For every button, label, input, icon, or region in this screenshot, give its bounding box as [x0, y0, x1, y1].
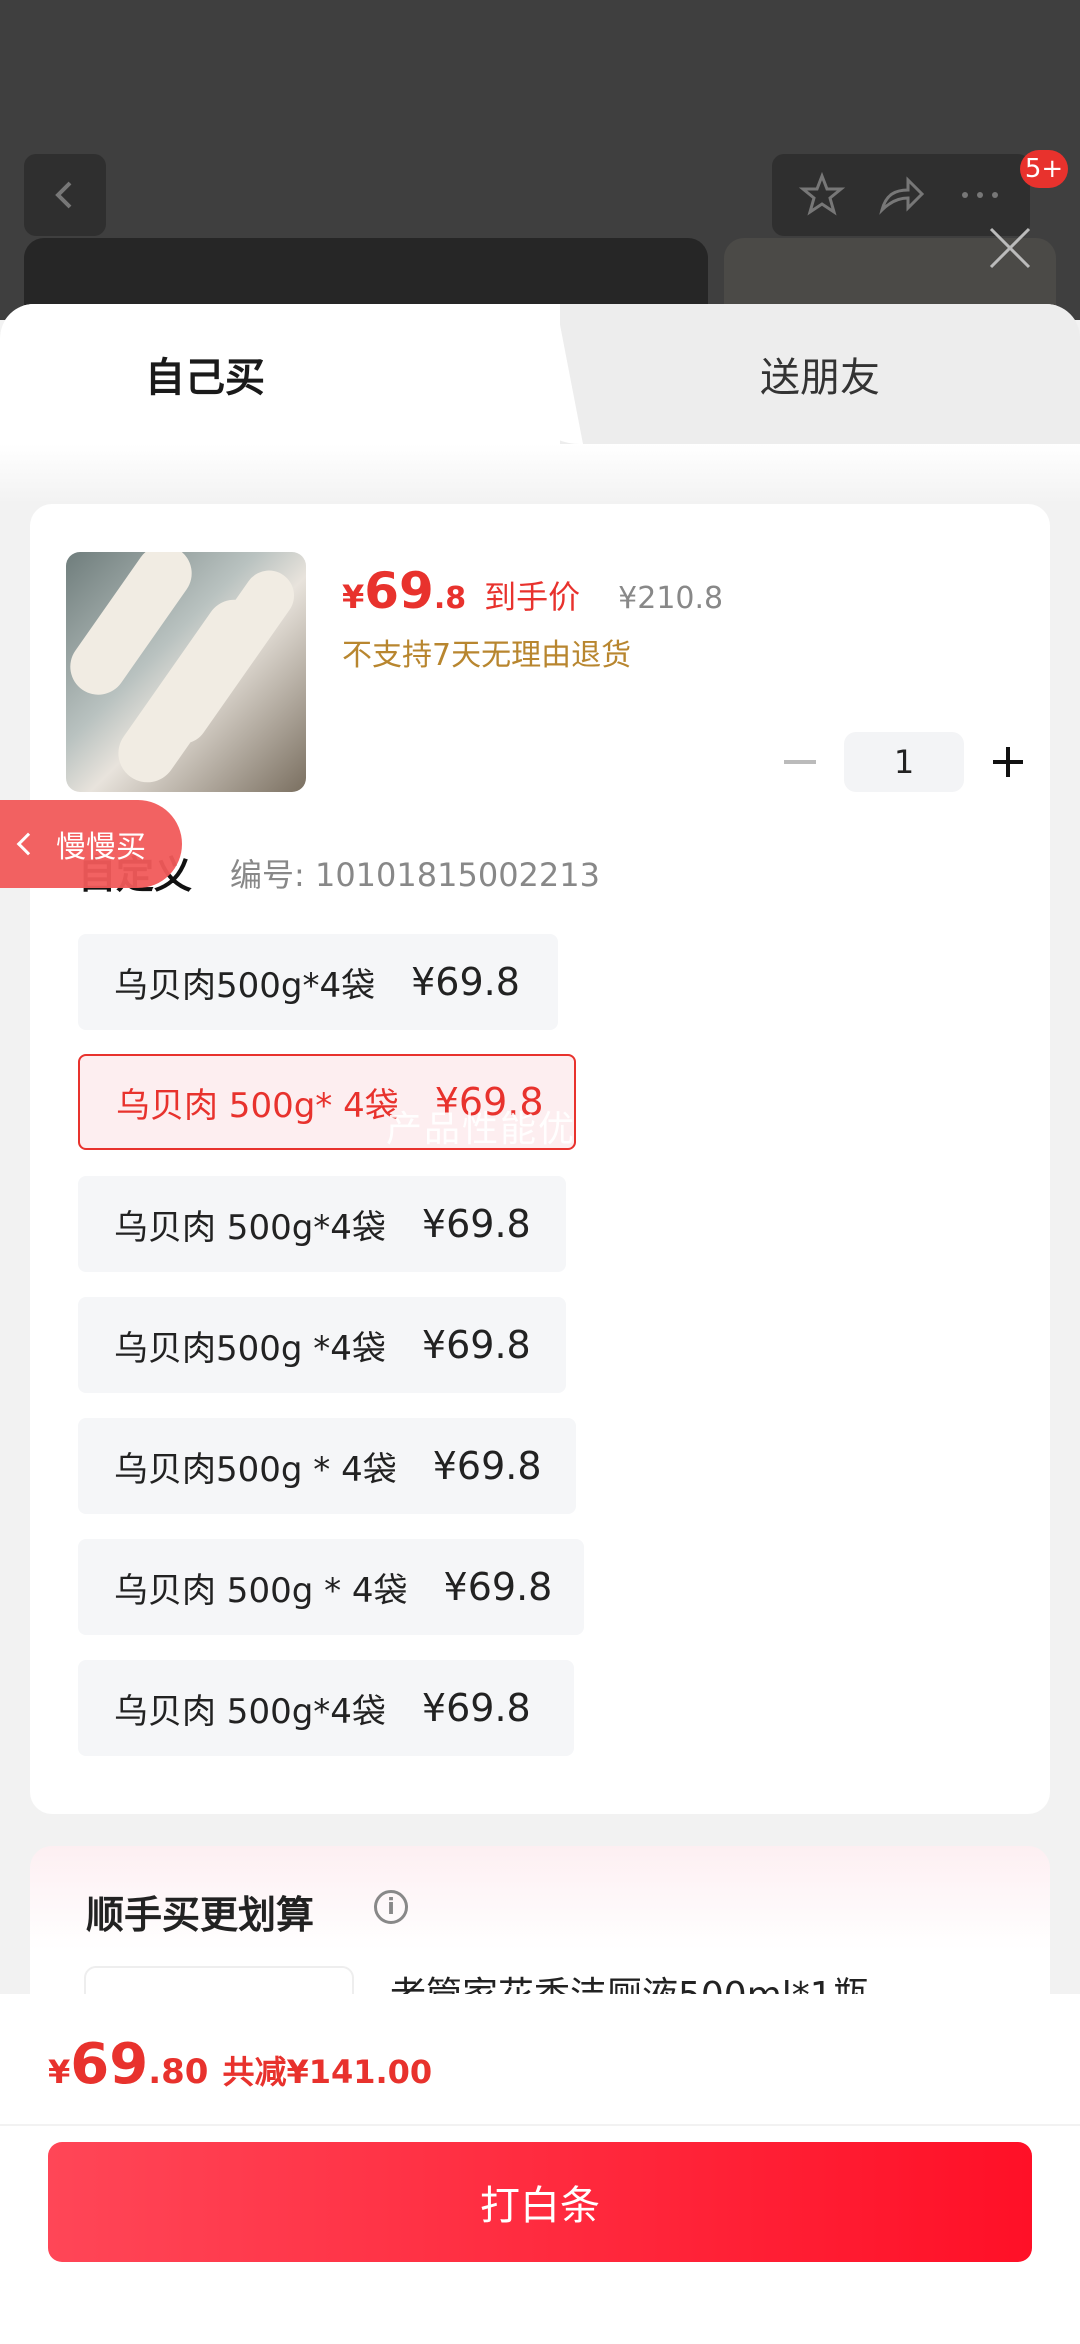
price-integer: 69 — [364, 562, 434, 620]
tab-label: 送朋友 — [760, 355, 880, 401]
option-name: 乌贝肉500g*4袋 — [114, 965, 376, 1006]
quantity-value[interactable]: 1 — [844, 732, 964, 792]
option-name: 乌贝肉500g *4袋 — [114, 1328, 386, 1369]
add-on-title: 顺手买更划算 — [86, 1893, 315, 1937]
product-image[interactable] — [66, 552, 306, 792]
watermark: 产品性能优势 — [386, 1109, 615, 1150]
option-name: 乌贝肉 500g* 4袋 — [116, 1085, 399, 1126]
return-policy: 不支持7天无理由退货 — [342, 638, 632, 673]
star-icon[interactable] — [797, 170, 847, 220]
option-price: ¥69.8 — [443, 1565, 553, 1609]
more-icon[interactable] — [955, 170, 1005, 220]
total-discount: 共减¥141.00 — [222, 2053, 433, 2091]
option-name: 乌贝肉500g * 4袋 — [114, 1449, 397, 1490]
info-icon[interactable]: i — [374, 1890, 408, 1924]
spec-option[interactable]: 乌贝肉 500g * 4袋 ¥69.8 — [78, 1539, 584, 1635]
spec-option[interactable]: 乌贝肉 500g*4袋 ¥69.8 — [78, 1660, 574, 1756]
spec-option[interactable]: 乌贝肉 500g*4袋 ¥69.8 — [78, 1176, 566, 1272]
back-button[interactable] — [24, 154, 106, 236]
price-label: 到手价 — [484, 578, 581, 616]
price-row: ¥ 69 .8 到手价 ¥210.8 — [342, 562, 723, 620]
tab-fade — [0, 444, 1080, 504]
close-icon — [989, 227, 1031, 269]
total-integer: 69 — [70, 2032, 149, 2097]
minus-icon — [784, 760, 816, 764]
total-price: ¥ 69 .80 共减¥141.00 — [48, 2032, 432, 2097]
product-card: ¥ 69 .8 到手价 ¥210.8 不支持7天无理由退货 1 自定义 编号: … — [30, 504, 1050, 1814]
price-decimal: .8 — [433, 581, 467, 616]
share-icon[interactable] — [876, 170, 926, 220]
original-price: ¥210.8 — [618, 581, 724, 616]
slow-buy-float-button[interactable]: 慢慢买 — [0, 800, 182, 888]
quantity-stepper: 1 — [770, 732, 1038, 792]
option-name: 乌贝肉 500g*4袋 — [114, 1691, 386, 1732]
background-page: 5+ — [0, 0, 1080, 320]
option-name: 乌贝肉 500g*4袋 — [114, 1207, 386, 1248]
total-currency: ¥ — [48, 2053, 71, 2091]
bottom-bar: ¥ 69 .80 共减¥141.00 打白条 — [0, 1994, 1080, 2344]
divider — [0, 2124, 1080, 2126]
option-price: ¥69.8 — [421, 1686, 531, 1730]
option-name: 乌贝肉 500g * 4袋 — [114, 1570, 408, 1611]
option-price: ¥69.8 — [411, 960, 520, 1004]
pay-button[interactable]: 打白条 — [48, 2142, 1032, 2262]
chevron-left-icon — [16, 832, 40, 856]
spec-code: 编号: 10101815002213 — [230, 856, 600, 894]
option-price: ¥69.8 — [421, 1323, 531, 1367]
tab-gift-friend[interactable]: 送朋友 — [560, 304, 1080, 444]
increase-button[interactable] — [978, 732, 1038, 792]
option-price: ¥69.8 — [432, 1444, 542, 1488]
option-price: ¥69.8 — [421, 1202, 531, 1246]
spec-option[interactable]: 乌贝肉500g *4袋 ¥69.8 — [78, 1297, 566, 1393]
notification-badge: 5+ — [1020, 150, 1068, 188]
slow-buy-label: 慢慢买 — [56, 830, 146, 865]
price-currency: ¥ — [342, 578, 365, 616]
chevron-left-icon — [55, 181, 72, 209]
spec-option[interactable]: 乌贝肉500g*4袋 ¥69.8 — [78, 934, 558, 1030]
tab-self-buy[interactable]: 自己买 — [0, 304, 560, 444]
total-decimal: .80 — [148, 2052, 209, 2092]
decrease-button[interactable] — [770, 732, 830, 792]
tab-bar: 自己买 送朋友 — [0, 304, 1080, 444]
close-sheet-button[interactable] — [980, 218, 1040, 278]
tab-label: 自己买 — [145, 355, 265, 401]
spec-option[interactable]: 乌贝肉500g * 4袋 ¥69.8 — [78, 1418, 576, 1514]
